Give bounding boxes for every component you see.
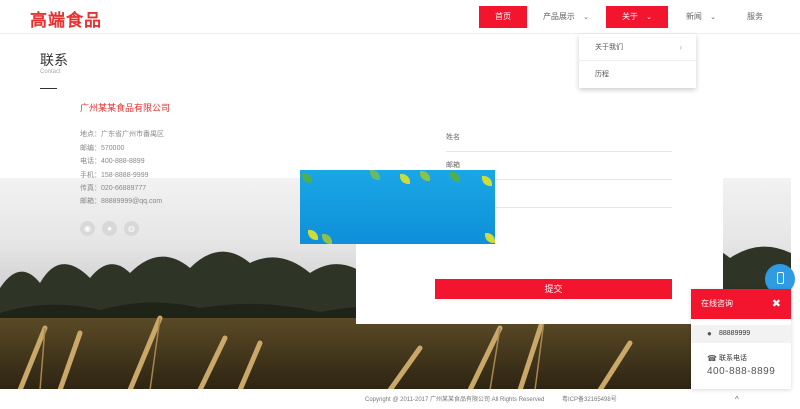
name-field[interactable]: 姓名 <box>446 124 672 152</box>
leaf-decoration <box>485 233 495 243</box>
leaf-decoration <box>450 172 460 182</box>
wechat-icon[interactable]: ◍ <box>124 221 139 236</box>
dropdown-item-label: 关于我们 <box>595 44 623 51</box>
nav-item-products[interactable]: 产品展示 ⌄ <box>534 6 598 28</box>
qq-number: 88889999 <box>719 330 751 337</box>
mobile-line: 手机：158-8888-9999 <box>80 172 149 179</box>
footer: Copyright @ 2011-2017 广州某某食品有限公司 All Rig… <box>0 389 800 409</box>
address-line: 地点：广东省广州市番禺区 <box>80 131 164 138</box>
qq-icon: ● <box>707 329 712 338</box>
leaf-decoration <box>420 171 430 181</box>
nav-label: 产品展示 <box>542 12 575 21</box>
back-to-top-icon[interactable]: ^ <box>735 395 739 404</box>
phone-contact-row: ☎ 联系电话 <box>691 353 791 365</box>
nav-item-about[interactable]: 关于 ⌄ <box>606 6 668 28</box>
fax-line: 传真：020-66889777 <box>80 185 147 192</box>
overlay-banner[interactable] <box>300 170 495 244</box>
chat-header: 在线咨询 ✖ <box>691 289 791 319</box>
close-icon[interactable]: ✖ <box>772 289 781 319</box>
nav-item-news[interactable]: 新闻 ⌄ <box>676 6 726 28</box>
top-header: 高端食品 首页 产品展示 ⌄ 关于 ⌄ 新闻 ⌄ 服务 <box>0 0 800 34</box>
leaf-decoration <box>322 234 332 244</box>
leaf-decoration <box>370 170 380 180</box>
leaf-decoration <box>302 173 312 183</box>
nav-label: 服务 <box>747 12 763 21</box>
qq-contact-row[interactable]: ● 88889999 <box>691 325 791 343</box>
dropdown-item-history[interactable]: 历程 <box>579 61 696 88</box>
section-title: 联系 <box>40 52 68 68</box>
chevron-down-icon: ⌄ <box>710 14 717 21</box>
nav-label: 关于 <box>621 12 638 21</box>
phone-icon: ☎ <box>707 354 717 363</box>
chevron-right-icon: › <box>679 43 682 52</box>
icp-text[interactable]: 粤ICP备32165498号 <box>562 394 617 403</box>
qq-icon[interactable]: ● <box>102 221 117 236</box>
phone-line: 电话：400-888-8899 <box>80 158 145 165</box>
chat-phone-number: 400-888-8899 <box>707 366 776 377</box>
main-nav: 首页 产品展示 ⌄ 关于 ⌄ 新闻 ⌄ 服务 <box>0 6 800 28</box>
dropdown-item-about-us[interactable]: 关于我们 › <box>579 34 696 61</box>
chevron-down-icon: ⌄ <box>646 14 653 21</box>
company-name: 广州某某食品有限公司 <box>80 103 171 113</box>
chat-title: 在线咨询 <box>701 299 733 308</box>
nav-label: 新闻 <box>685 12 702 21</box>
leaf-decoration <box>482 176 492 186</box>
title-divider <box>40 88 57 89</box>
field-label: 姓名 <box>446 134 460 141</box>
online-consult-panel: 在线咨询 ✖ ● 88889999 ☎ 联系电话 400-888-8899 <box>691 289 791 389</box>
chevron-down-icon: ⌄ <box>583 14 590 21</box>
section-subtitle: Contact <box>40 69 61 75</box>
copyright-text: Copyright @ 2011-2017 广州某某食品有限公司 All Rig… <box>365 397 545 403</box>
phone-label: 联系电话 <box>719 355 747 362</box>
weibo-icon[interactable]: ◉ <box>80 221 95 236</box>
submit-button[interactable]: 提交 <box>435 279 672 299</box>
nav-item-service[interactable]: 服务 <box>738 6 772 28</box>
mobile-phone-icon <box>777 272 784 284</box>
postcode-line: 邮编：570000 <box>80 145 125 152</box>
nav-item-home[interactable]: 首页 <box>479 6 527 28</box>
email-line: 邮箱：88889999@qq.com <box>80 198 163 205</box>
nav-label: 首页 <box>495 12 511 21</box>
about-dropdown-menu: 关于我们 › 历程 <box>579 34 696 88</box>
dropdown-item-label: 历程 <box>595 71 609 78</box>
leaf-decoration <box>308 230 318 240</box>
leaf-decoration <box>400 174 410 184</box>
field-label: 邮箱 <box>446 162 460 169</box>
